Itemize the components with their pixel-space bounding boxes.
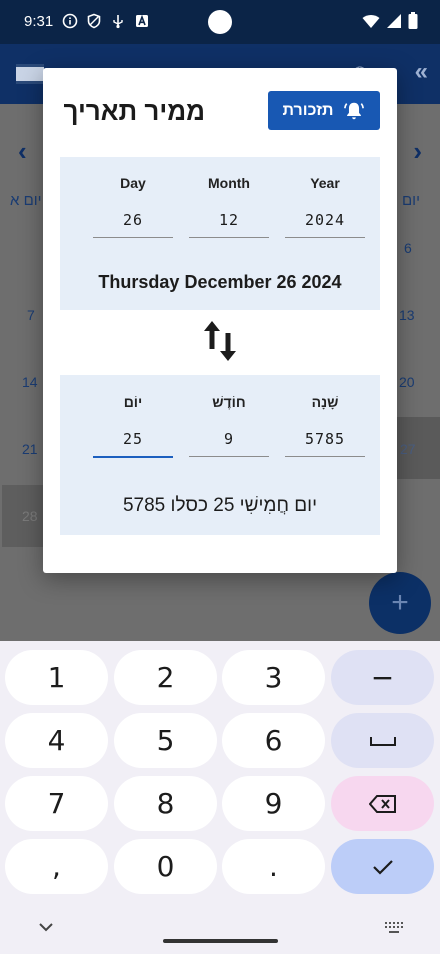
space-icon	[369, 736, 396, 746]
add-event-button[interactable]: +	[369, 572, 431, 634]
dialog-title: ממיר תאריך	[63, 96, 206, 126]
calendar-date: 7	[27, 307, 35, 323]
hebrew-day-input[interactable]: 25	[93, 430, 173, 452]
hebrew-month-field[interactable]: חוֹדֶשׁ 9	[189, 394, 269, 457]
numeric-keyboard: 1 2 3 − 4 5 6 7 8 9 , 0 .	[0, 641, 440, 954]
a-box-icon	[134, 13, 150, 29]
calendar-date: 20	[399, 374, 415, 390]
gregorian-result-text: Thursday December 26 2024	[98, 272, 342, 292]
calendar-date: 14	[22, 374, 38, 390]
gregorian-date-panel: Day 26 Month 12 Year 2024 Thursday Decem…	[60, 157, 380, 310]
field-underline	[93, 237, 173, 238]
backspace-icon	[368, 794, 396, 813]
key-5[interactable]: 5	[114, 713, 217, 768]
key-9[interactable]: 9	[222, 776, 325, 831]
key-2[interactable]: 2	[114, 650, 217, 705]
flag-icon	[16, 64, 44, 84]
usb-icon	[110, 13, 126, 29]
hide-keyboard-icon[interactable]	[38, 919, 54, 937]
field-underline	[285, 237, 365, 238]
hebrew-year-field[interactable]: שָׁנָה 5785	[285, 394, 365, 457]
key-backspace[interactable]	[331, 776, 434, 831]
key-4[interactable]: 4	[5, 713, 108, 768]
signal-icon	[387, 13, 401, 28]
key-3[interactable]: 3	[222, 650, 325, 705]
shield-icon	[86, 13, 102, 29]
key-period[interactable]: .	[222, 839, 325, 894]
info-icon	[62, 13, 78, 29]
gesture-nav-pill[interactable]	[163, 939, 278, 943]
next-month-icon: ›	[413, 136, 422, 166]
hebrew-day-field[interactable]: יוֹם 25	[93, 394, 173, 458]
hebrew-year-input[interactable]: 5785	[285, 430, 365, 452]
field-underline	[189, 456, 269, 457]
gregorian-year-field[interactable]: Year 2024	[285, 175, 365, 238]
reminder-button[interactable]: תזכורת	[268, 91, 380, 130]
reminder-button-label: תזכורת	[282, 101, 334, 119]
battery-icon	[408, 12, 418, 29]
gregorian-day-field[interactable]: Day 26	[93, 175, 173, 238]
key-space[interactable]	[331, 713, 434, 768]
key-comma[interactable]: ,	[5, 839, 108, 894]
key-8[interactable]: 8	[114, 776, 217, 831]
gregorian-year-label: Year	[310, 175, 340, 191]
double-chevron-icon: «	[414, 58, 428, 85]
gregorian-day-label: Day	[120, 175, 146, 191]
check-icon	[372, 859, 393, 875]
calendar-date: 21	[22, 441, 38, 457]
status-bar: 9:31	[0, 0, 440, 44]
bell-alert-icon	[344, 102, 365, 119]
key-done[interactable]	[331, 839, 434, 894]
swap-arrows-icon[interactable]	[201, 319, 239, 363]
date-converter-dialog: ממיר תאריך תזכורת Day 26 Month 12 Year 2…	[43, 68, 397, 573]
key-minus[interactable]: −	[331, 650, 434, 705]
hebrew-month-label: חוֹדֶשׁ	[212, 394, 246, 410]
gregorian-day-input[interactable]: 26	[93, 211, 173, 233]
calendar-date: 6	[404, 240, 412, 256]
key-7[interactable]: 7	[5, 776, 108, 831]
hebrew-month-input[interactable]: 9	[189, 430, 269, 452]
status-icons	[62, 13, 150, 29]
field-underline	[285, 456, 365, 457]
calendar-date: 27	[400, 441, 416, 457]
keyboard-switch-icon[interactable]	[384, 921, 404, 940]
hebrew-year-label: שָׁנָה	[311, 394, 339, 410]
key-1[interactable]: 1	[5, 650, 108, 705]
gregorian-year-input[interactable]: 2024	[285, 211, 365, 233]
gregorian-month-field[interactable]: Month 12	[189, 175, 269, 238]
calendar-date: 28	[22, 508, 38, 524]
key-0[interactable]: 0	[114, 839, 217, 894]
camera-cutout	[208, 10, 232, 34]
gregorian-month-input[interactable]: 12	[189, 211, 269, 233]
weekday-header-right: יום	[402, 192, 420, 209]
status-right-icons	[362, 12, 418, 29]
status-time: 9:31	[24, 13, 54, 30]
key-6[interactable]: 6	[222, 713, 325, 768]
prev-month-icon: ‹	[18, 136, 27, 166]
gregorian-month-label: Month	[208, 175, 250, 191]
field-underline-active	[93, 456, 173, 458]
calendar-date: 13	[399, 307, 415, 323]
hebrew-day-label: יוֹם	[123, 394, 143, 410]
hebrew-result-text: יום חֲמִישִׁי 25 כסלו 5785	[122, 495, 318, 516]
field-underline	[189, 237, 269, 238]
weekday-header-left: יום א	[10, 192, 42, 209]
wifi-icon	[362, 14, 380, 28]
hebrew-date-panel: יוֹם 25 חוֹדֶשׁ 9 שָׁנָה 5785 יום חֲמִיש…	[60, 375, 380, 535]
